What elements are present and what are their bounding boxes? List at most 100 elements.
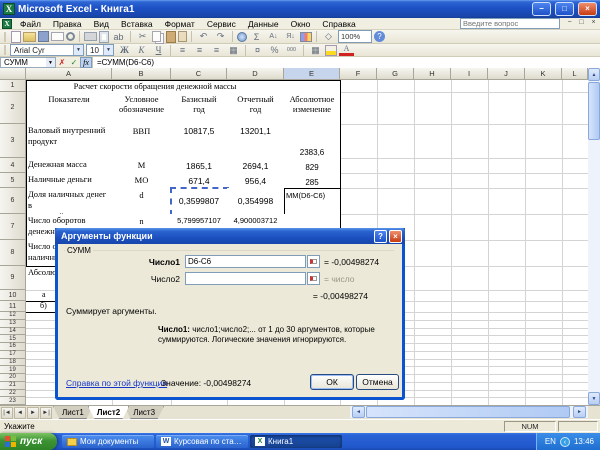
mail-icon[interactable]: [51, 32, 64, 41]
scroll-left-icon[interactable]: ◄: [352, 406, 365, 418]
cell-E3[interactable]: 2383,6: [284, 124, 341, 159]
column-header-L[interactable]: L: [562, 68, 588, 80]
chart-wizard-icon[interactable]: [300, 31, 312, 42]
row-header-11[interactable]: 11: [0, 301, 26, 312]
taskbar-item[interactable]: WКурсовая по статис...: [156, 435, 248, 448]
column-header-G[interactable]: G: [377, 68, 414, 80]
comma-style-icon[interactable]: 000: [284, 44, 299, 57]
row-header-10[interactable]: 10: [0, 290, 26, 301]
row-header-17[interactable]: 17: [0, 350, 26, 359]
scroll-up-icon[interactable]: ▲: [588, 68, 600, 81]
underline-icon[interactable]: Ч: [151, 44, 166, 57]
name-box[interactable]: СУММ ▼: [0, 56, 56, 68]
drawing-icon[interactable]: ◇: [321, 30, 336, 43]
undo-icon[interactable]: ↶: [196, 30, 211, 43]
row-header-4[interactable]: 4: [0, 158, 26, 173]
save-icon[interactable]: [38, 31, 49, 42]
new-document-icon[interactable]: [11, 30, 21, 43]
spelling-icon[interactable]: ab: [111, 30, 126, 43]
menu-item-0[interactable]: Файл: [14, 18, 47, 30]
cell-C4[interactable]: 1865,1: [171, 158, 228, 174]
first-sheet-icon[interactable]: |◄: [1, 406, 13, 419]
select-all-corner[interactable]: [0, 68, 26, 80]
menu-item-2[interactable]: Вид: [88, 18, 115, 30]
column-header-H[interactable]: H: [414, 68, 451, 80]
redo-icon[interactable]: ↷: [213, 30, 228, 43]
cell-B4[interactable]: М: [112, 158, 172, 174]
cell-D2[interactable]: Отчетный год: [227, 92, 285, 125]
copy-icon[interactable]: [152, 31, 161, 42]
number1-input[interactable]: [185, 255, 306, 268]
cell-E6[interactable]: ММ(D6-C6): [284, 188, 341, 215]
language-indicator[interactable]: EN: [545, 437, 556, 446]
borders-icon[interactable]: ▦: [308, 44, 323, 57]
cell-E2[interactable]: Абсолютное изменение: [284, 92, 341, 125]
close-button[interactable]: ×: [578, 2, 597, 16]
horizontal-scroll-thumb[interactable]: [366, 406, 570, 418]
row-header-12[interactable]: 12: [0, 312, 26, 320]
column-header-F[interactable]: F: [340, 68, 377, 80]
row-header-7[interactable]: 7: [0, 214, 26, 240]
sort-descending-icon[interactable]: Я↓: [283, 30, 298, 43]
row-header-20[interactable]: 20: [0, 374, 26, 382]
autosum-icon[interactable]: Σ: [249, 30, 264, 43]
next-sheet-icon[interactable]: ►: [27, 406, 39, 419]
row-header-8[interactable]: 8: [0, 240, 26, 266]
sheet-tab-лист2[interactable]: Лист2: [87, 406, 130, 419]
previous-sheet-icon[interactable]: ◄: [14, 406, 26, 419]
ok-button[interactable]: ОК: [310, 374, 354, 390]
sheet-minimize-button[interactable]: −: [564, 18, 575, 29]
chevron-down-icon[interactable]: ▼: [103, 45, 113, 55]
cell-D3[interactable]: 13201,1: [227, 124, 285, 159]
zoom-combo[interactable]: 100%: [338, 30, 372, 43]
help-icon[interactable]: ?: [374, 31, 385, 42]
dialog-close-button[interactable]: ×: [389, 229, 402, 243]
paste-icon[interactable]: [166, 30, 176, 43]
cell-C2[interactable]: Базисный год: [171, 92, 228, 125]
cancel-entry-button[interactable]: ✗: [56, 57, 68, 68]
insert-hyperlink-icon[interactable]: [237, 31, 247, 42]
sort-ascending-icon[interactable]: А↓: [266, 30, 281, 43]
formula-input[interactable]: =СУММ(D6-C6): [92, 56, 600, 68]
row-header-18[interactable]: 18: [0, 358, 26, 367]
cell-E4[interactable]: 829: [284, 158, 341, 174]
menu-item-6[interactable]: Данные: [242, 18, 285, 30]
cell-E5[interactable]: 285: [284, 173, 341, 189]
cell-B2[interactable]: Условное обозначение: [112, 92, 172, 125]
row-header-3[interactable]: 3: [0, 124, 26, 158]
row-header-13[interactable]: 13: [0, 319, 26, 328]
row-header-16[interactable]: 16: [0, 343, 26, 351]
row-header-21[interactable]: 21: [0, 381, 26, 390]
column-header-K[interactable]: K: [525, 68, 562, 80]
cell-D4[interactable]: 2694,1: [227, 158, 285, 174]
enter-entry-button[interactable]: ✓: [68, 57, 80, 68]
fill-color-icon[interactable]: [325, 44, 337, 56]
cell-C6[interactable]: 0,3599807: [171, 188, 228, 215]
cell-C5[interactable]: 671,4: [171, 173, 228, 189]
menu-item-3[interactable]: Вставка: [115, 18, 159, 30]
vertical-scroll-thumb[interactable]: [588, 82, 600, 140]
bold-icon[interactable]: Ж: [117, 44, 132, 57]
column-header-B[interactable]: B: [112, 68, 171, 80]
cell-A5[interactable]: Наличные деньги: [26, 173, 113, 189]
row-header-19[interactable]: 19: [0, 366, 26, 374]
cancel-button[interactable]: Отмена: [356, 374, 399, 390]
cell-D6[interactable]: 0,354998: [227, 188, 285, 215]
cell-D5[interactable]: 956,4: [227, 173, 285, 189]
vertical-scrollbar[interactable]: ▲ ▼: [588, 68, 600, 405]
row-header-2[interactable]: 2: [0, 92, 26, 124]
column-header-J[interactable]: J: [488, 68, 525, 80]
menu-item-7[interactable]: Окно: [285, 18, 317, 30]
font-name-combo[interactable]: Arial Cyr ▼: [10, 44, 84, 56]
menu-item-8[interactable]: Справка: [316, 18, 361, 30]
column-header-D[interactable]: D: [227, 68, 284, 80]
dialog-title-bar[interactable]: Аргументы функции ? ×: [55, 228, 405, 244]
ask-question-input[interactable]: [460, 18, 560, 29]
cell-B3[interactable]: ВВП: [112, 124, 172, 159]
format-painter-icon[interactable]: [178, 31, 187, 42]
tray-status-icon[interactable]: ‹: [559, 436, 570, 447]
italic-icon[interactable]: К: [134, 44, 149, 57]
column-header-C[interactable]: C: [171, 68, 227, 80]
cell-A6[interactable]: Доля наличных денег вденежной массе: [26, 188, 113, 215]
open-icon[interactable]: [23, 31, 36, 42]
